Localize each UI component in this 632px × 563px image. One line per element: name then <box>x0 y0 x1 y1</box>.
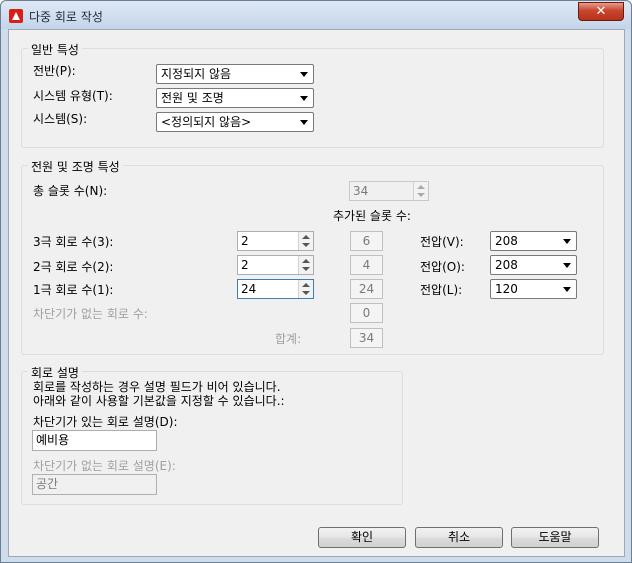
chevron-down-icon <box>563 263 571 268</box>
arrow-up-icon[interactable] <box>302 235 310 239</box>
help-button[interactable]: 도움말 <box>511 527 599 548</box>
ok-button[interactable]: 확인 <box>318 527 406 548</box>
spinner-buttons[interactable] <box>298 232 313 250</box>
no-breaker-slots: 0 <box>350 303 383 323</box>
no-breaker-label: 차단기가 없는 회로 수: <box>33 307 148 321</box>
description-info-line2: 아래와 같이 사용할 기본값을 지정할 수 있습니다.: <box>33 394 285 408</box>
with-breaker-input[interactable]: 예비용 <box>32 430 157 451</box>
panel-label: 전반(P): <box>33 64 76 78</box>
without-breaker-label: 차단기가 없는 회로 설명(E): <box>33 459 176 473</box>
two-pole-value: 2 <box>241 258 249 272</box>
one-pole-spinner[interactable]: 24 <box>237 279 314 299</box>
one-pole-slots: 24 <box>350 279 383 299</box>
two-pole-slots: 4 <box>350 255 383 275</box>
voltage-o-value: 208 <box>495 258 518 272</box>
arrow-up-icon <box>417 185 425 189</box>
total-label: 합계: <box>275 332 302 346</box>
voltage-l-value: 120 <box>495 282 518 296</box>
dialog-client-area: 일반 특성 전반(P): 지정되지 않음 시스템 유형(T): 전원 및 조명 … <box>8 29 625 557</box>
chevron-down-icon <box>563 239 571 244</box>
spinner-buttons[interactable] <box>298 256 313 274</box>
arrow-down-icon <box>417 193 425 197</box>
three-pole-label: 3극 회로 수(3): <box>33 235 114 249</box>
arrow-down-icon[interactable] <box>302 243 310 247</box>
total-slots-spinner: 34 <box>349 181 429 201</box>
window-title: 다중 회로 작성 <box>29 10 103 24</box>
arrow-down-icon[interactable] <box>302 267 310 271</box>
panel-dropdown[interactable]: 지정되지 않음 <box>156 64 314 84</box>
one-pole-label: 1극 회로 수(1): <box>33 283 114 297</box>
general-group-title: 일반 특성 <box>28 41 82 58</box>
system-dropdown-value: <정의되지 않음> <box>161 115 252 129</box>
one-pole-value: 24 <box>241 282 257 296</box>
total-slots-value: 34 <box>353 184 369 198</box>
total-slots: 34 <box>350 328 383 348</box>
arrow-down-icon[interactable] <box>302 291 310 295</box>
autocad-logo-icon <box>9 9 23 23</box>
chevron-down-icon <box>300 96 308 101</box>
title-bar: 다중 회로 작성 ✕ <box>1 1 631 29</box>
spinner-buttons <box>413 182 428 200</box>
three-pole-spinner[interactable]: 2 <box>237 231 314 251</box>
chevron-down-icon <box>300 120 308 125</box>
system-label: 시스템(S): <box>33 112 88 126</box>
without-breaker-input: 공간 <box>32 474 157 495</box>
voltage-v-label: 전압(V): <box>420 235 464 249</box>
voltage-o-label: 전압(O): <box>420 260 465 274</box>
system-type-dropdown-value: 전원 및 조명 <box>161 91 224 105</box>
voltage-o-dropdown[interactable]: 208 <box>490 255 577 275</box>
spinner-buttons[interactable] <box>298 280 313 298</box>
chevron-down-icon <box>563 287 571 292</box>
three-pole-value: 2 <box>241 234 249 248</box>
three-pole-slots: 6 <box>350 231 383 251</box>
two-pole-label: 2극 회로 수(2): <box>33 260 114 274</box>
voltage-v-dropdown[interactable]: 208 <box>490 231 577 251</box>
power-lighting-group-title: 전원 및 조명 특성 <box>28 158 123 175</box>
voltage-l-dropdown[interactable]: 120 <box>490 279 577 299</box>
system-type-dropdown[interactable]: 전원 및 조명 <box>156 88 314 108</box>
arrow-up-icon[interactable] <box>302 259 310 263</box>
cancel-button[interactable]: 취소 <box>415 527 503 548</box>
chevron-down-icon <box>300 72 308 77</box>
two-pole-spinner[interactable]: 2 <box>237 255 314 275</box>
voltage-l-label: 전압(L): <box>420 283 463 297</box>
system-dropdown[interactable]: <정의되지 않음> <box>156 112 314 132</box>
system-type-label: 시스템 유형(T): <box>33 89 113 103</box>
total-slots-label: 총 슬롯 수(N): <box>33 184 108 198</box>
with-breaker-label: 차단기가 있는 회로 설명(D): <box>33 415 178 429</box>
arrow-up-icon[interactable] <box>302 283 310 287</box>
panel-dropdown-value: 지정되지 않음 <box>161 67 232 81</box>
dialog-window: 다중 회로 작성 ✕ 일반 특성 전반(P): 지정되지 않음 시스템 유형(T… <box>0 0 632 563</box>
close-button[interactable]: ✕ <box>578 2 624 21</box>
added-slots-header: 추가된 슬롯 수: <box>333 209 411 223</box>
voltage-v-value: 208 <box>495 234 518 248</box>
